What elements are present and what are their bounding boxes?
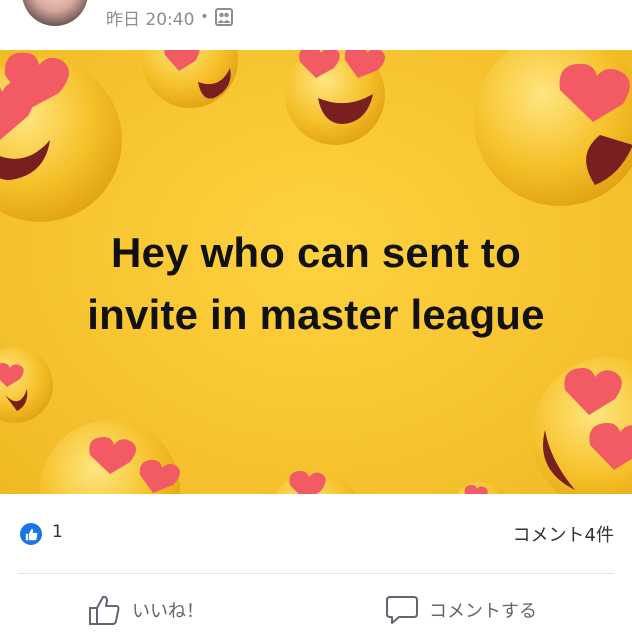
image-caption: Hey who can sent to invite in master lea… [0, 222, 632, 346]
caption-line: Hey who can sent to [111, 229, 521, 276]
thumbs-up-icon [89, 595, 120, 625]
caption-line: invite in master league [87, 291, 545, 338]
comment-icon [386, 596, 418, 624]
heart-eyes-emoji [532, 357, 632, 494]
heart-eyes-emoji [142, 50, 238, 108]
heart-eyes-emoji [0, 347, 53, 423]
heart-eyes-emoji [0, 52, 122, 222]
comment-button[interactable]: コメントする [385, 593, 537, 627]
like-button[interactable]: いいね！ [88, 593, 204, 627]
reaction-stats: 1 コメント4件 [0, 494, 632, 572]
like-reaction-icon[interactable] [20, 523, 42, 545]
heart-eyes-emoji [285, 50, 385, 145]
meta-separator: • [200, 9, 209, 25]
heart-eyes-emoji [474, 50, 632, 206]
heart-eyes-emoji [456, 482, 504, 494]
comment-count[interactable]: コメント4件 [513, 521, 614, 547]
avatar[interactable] [22, 0, 88, 26]
post-image[interactable]: Hey who can sent to invite in master lea… [0, 50, 632, 494]
action-bar: いいね！ コメントする [0, 585, 632, 635]
heart-eyes-emoji [40, 420, 181, 494]
group-icon [214, 8, 233, 26]
post-meta: 昨日 20:40 • [106, 4, 233, 30]
heart-eyes-emoji [274, 471, 356, 494]
like-count[interactable]: 1 [52, 522, 63, 542]
post-timestamp[interactable]: 昨日 20:40 [106, 5, 194, 30]
like-button-label: いいね！ [132, 601, 204, 622]
post-header: 昨日 20:40 • [0, 0, 632, 50]
divider [18, 573, 614, 574]
comment-button-label: コメントする [429, 601, 537, 622]
